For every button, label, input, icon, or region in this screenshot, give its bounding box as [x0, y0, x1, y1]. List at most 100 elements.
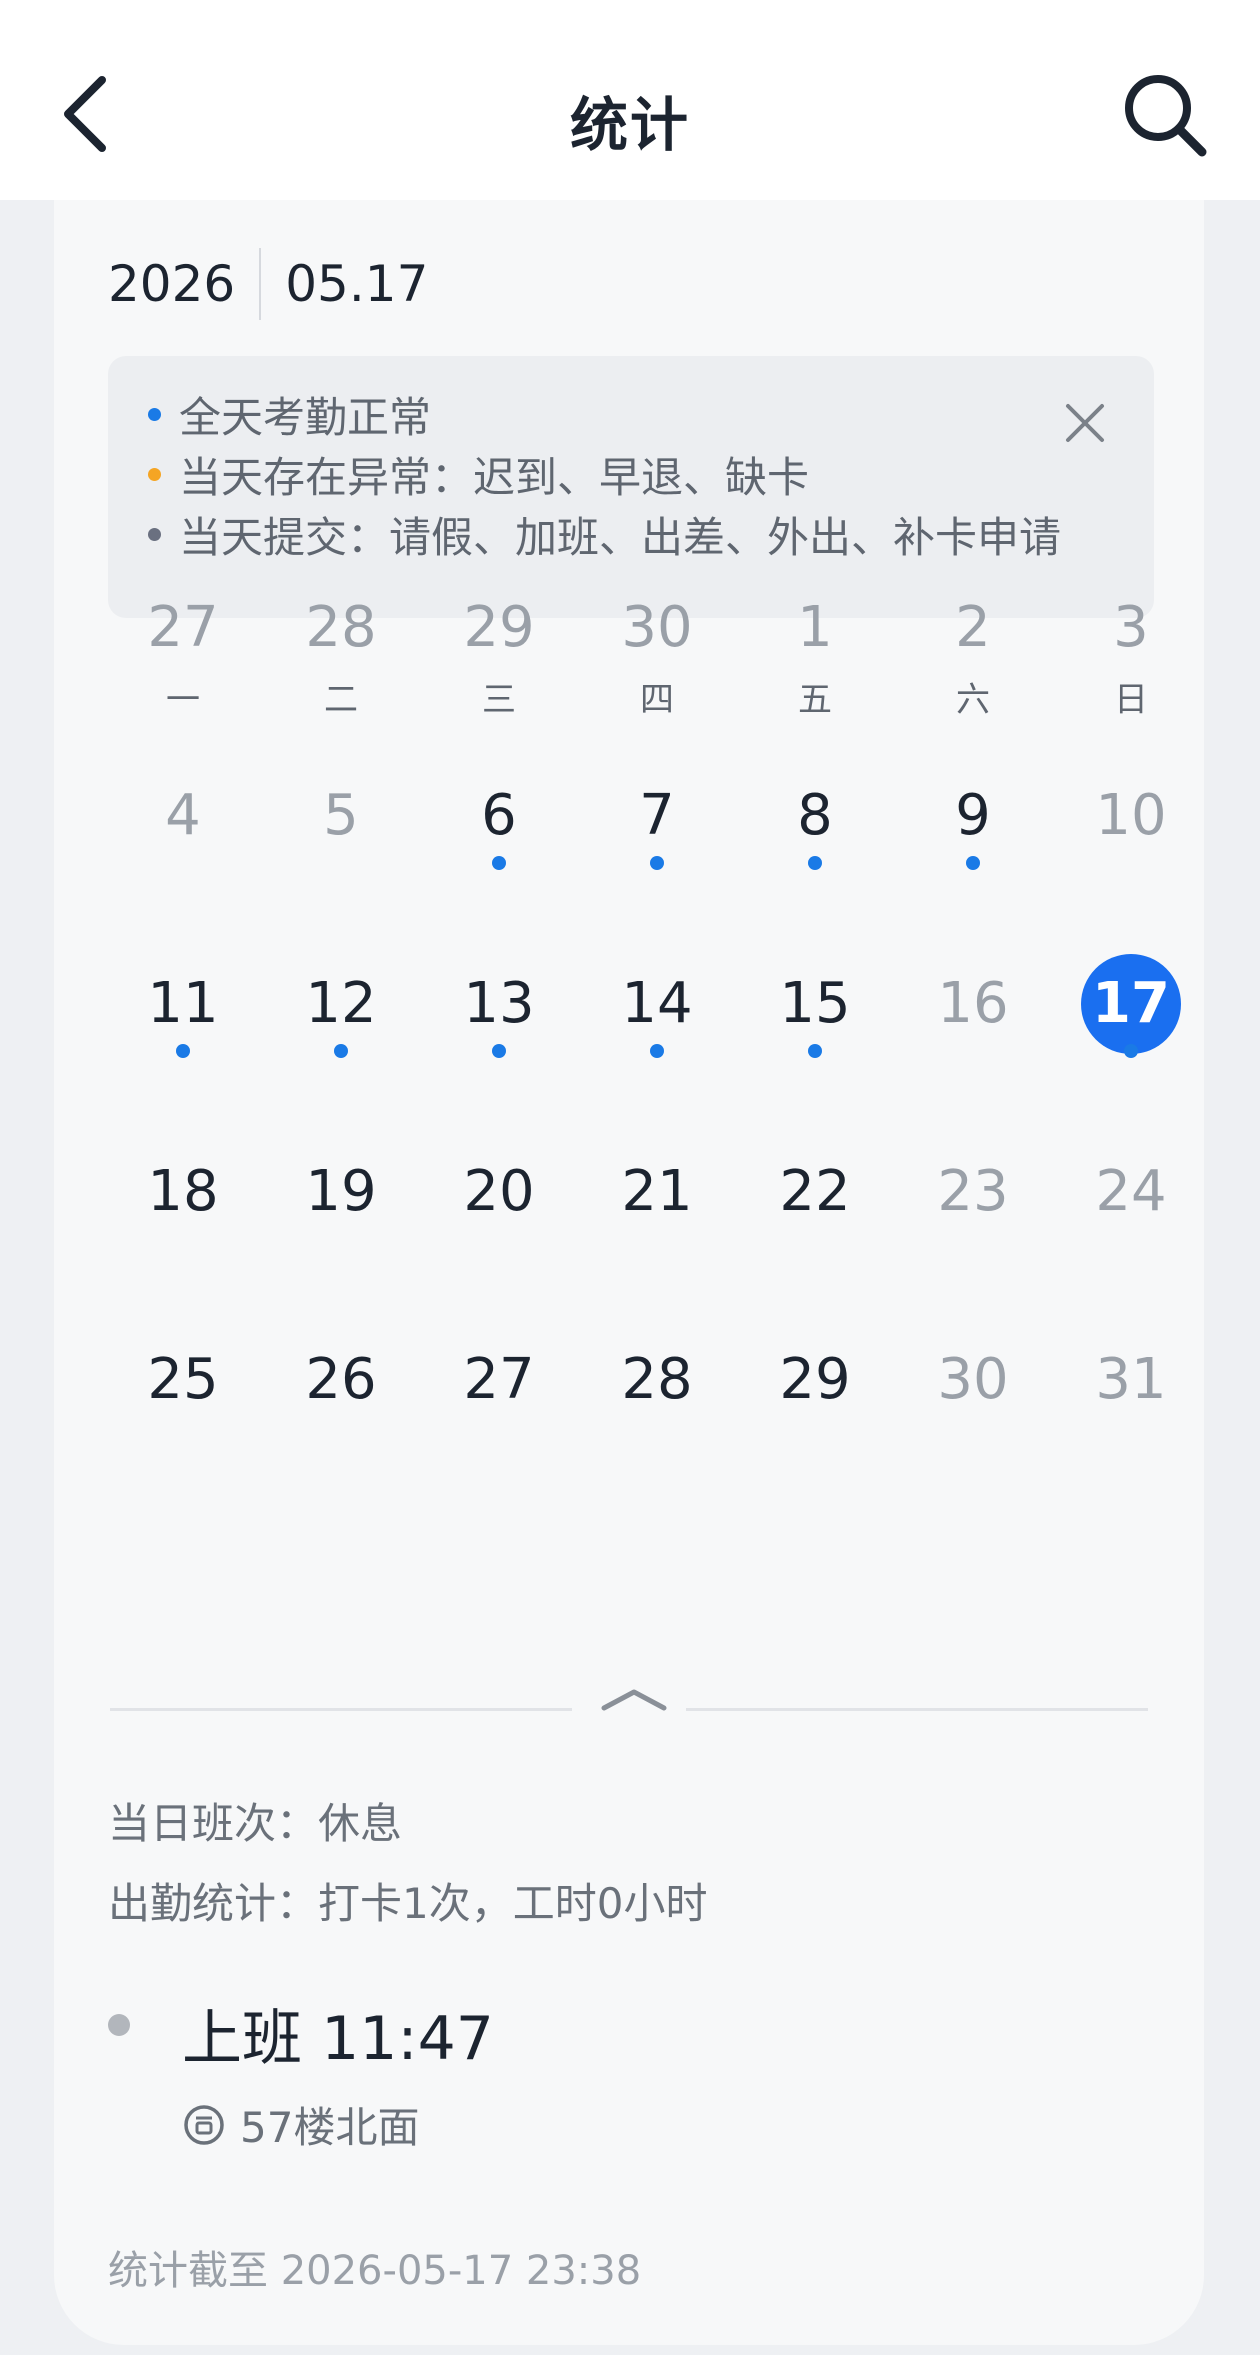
month-day-label: 05.17 [285, 255, 429, 313]
day-number: 29 [779, 1347, 851, 1412]
legend-item-normal: 全天考勤正常 [148, 384, 431, 445]
calendar-day[interactable]: 29 [736, 1330, 894, 1440]
day-number: 14 [621, 971, 693, 1036]
day-number: 11 [147, 971, 219, 1036]
calendar-day[interactable]: 15 [736, 954, 894, 1064]
statistics-footer: 统计截至 2026-05-17 23:38 [108, 2248, 642, 2294]
legend-text: 当天提交：请假、加班、出差、外出、补卡申请 [179, 513, 1062, 562]
calendar-day[interactable]: 14 [578, 954, 736, 1064]
legend-dot-normal [148, 408, 161, 421]
page-title: 统计 [569, 91, 690, 159]
calendar-day[interactable]: 31 [1052, 1330, 1210, 1440]
calendar-day[interactable]: 13 [420, 954, 578, 1064]
calendar-day[interactable]: 7 [578, 766, 736, 876]
calendar-card: 2026 05.17 全天考勤正常 当天存在异常：迟到、早退、缺卡 当天提交：请… [54, 170, 1204, 2345]
calendar-day[interactable]: 21 [578, 1142, 736, 1252]
day-number: 13 [463, 971, 535, 1036]
day-number: 10 [1095, 783, 1167, 848]
attendance-normal-dot [334, 1044, 348, 1058]
search-button[interactable] [1120, 70, 1210, 160]
day-number: 3 [1113, 595, 1149, 660]
header: 统计 [0, 0, 1260, 200]
divider-line [686, 1708, 1148, 1711]
day-number: 29 [463, 595, 535, 660]
calendar-day[interactable]: 4 [104, 766, 262, 876]
legend-text: 全天考勤正常 [179, 393, 432, 442]
calendar-day[interactable]: 18 [104, 1142, 262, 1252]
calendar-day[interactable]: 28 [578, 1330, 736, 1440]
calendar-day[interactable]: 11 [104, 954, 262, 1064]
day-number: 23 [937, 1159, 1009, 1224]
collapse-calendar-button[interactable] [594, 1680, 674, 1720]
day-number: 5 [323, 783, 359, 848]
attendance-summary: 出勤统计：打卡1次，工时0小时 [108, 1879, 708, 1928]
year-label: 2026 [108, 255, 236, 313]
day-number: 4 [165, 783, 201, 848]
day-number: 6 [481, 783, 517, 848]
day-number: 7 [639, 783, 675, 848]
day-number: 27 [463, 1347, 535, 1412]
day-number: 12 [305, 971, 377, 1036]
calendar-day[interactable]: 29 [420, 578, 578, 688]
calendar-day[interactable]: 23 [894, 1142, 1052, 1252]
date-selector[interactable]: 2026 05.17 [108, 244, 428, 324]
attendance-normal-dot [492, 1044, 506, 1058]
calendar-day[interactable]: 30 [894, 1330, 1052, 1440]
legend-dot-abnormal [148, 468, 161, 481]
day-number: 16 [937, 971, 1009, 1036]
attendance-normal-dot [808, 856, 822, 870]
calendar-day[interactable]: 3 [1052, 578, 1210, 688]
day-number: 17 [1081, 954, 1181, 1054]
calendar-day[interactable]: 5 [262, 766, 420, 876]
day-number: 15 [779, 971, 851, 1036]
attendance-normal-dot [808, 1044, 822, 1058]
calendar-day[interactable]: 6 [420, 766, 578, 876]
day-number: 31 [1095, 1347, 1167, 1412]
day-number: 28 [305, 595, 377, 660]
day-number: 21 [621, 1159, 693, 1224]
attendance-normal-dot [1124, 1044, 1138, 1058]
legend-item-abnormal: 当天存在异常：迟到、早退、缺卡 [148, 444, 809, 505]
timeline-dot [108, 2014, 130, 2036]
day-number: 1 [797, 595, 833, 660]
calendar-day[interactable]: 22 [736, 1142, 894, 1252]
legend-text: 当天存在异常：迟到、早退、缺卡 [179, 453, 810, 502]
calendar-day[interactable]: 25 [104, 1330, 262, 1440]
calendar-day[interactable]: 27 [104, 578, 262, 688]
legend-dot-submitted [148, 528, 161, 541]
attendance-normal-dot [492, 856, 506, 870]
calendar-day[interactable]: 20 [420, 1142, 578, 1252]
clock-in-record: 上班 11:47 [182, 2004, 494, 2074]
day-number: 30 [621, 595, 693, 660]
day-number: 28 [621, 1347, 693, 1412]
calendar-day[interactable]: 30 [578, 578, 736, 688]
legend-close-button[interactable] [1064, 402, 1106, 444]
calendar-day[interactable]: 2 [894, 578, 1052, 688]
calendar-day[interactable]: 19 [262, 1142, 420, 1252]
calendar-day[interactable]: 1 [736, 578, 894, 688]
calendar-day[interactable]: 28 [262, 578, 420, 688]
calendar-day[interactable]: 24 [1052, 1142, 1210, 1252]
clock-in-location: 57楼北面 [182, 2094, 419, 2155]
location-text: 57楼北面 [240, 2103, 420, 2152]
calendar-day[interactable]: 26 [262, 1330, 420, 1440]
calendar-day[interactable]: 10 [1052, 766, 1210, 876]
day-number: 24 [1095, 1159, 1167, 1224]
calendar-day[interactable]: 16 [894, 954, 1052, 1064]
calendar-day[interactable]: 27 [420, 1330, 578, 1440]
calendar-day[interactable]: 8 [736, 766, 894, 876]
day-number: 9 [955, 783, 991, 848]
day-number: 27 [147, 595, 219, 660]
legend-item-submitted: 当天提交：请假、加班、出差、外出、补卡申请 [148, 504, 1061, 565]
divider-line [110, 1708, 572, 1711]
day-number: 19 [305, 1159, 377, 1224]
day-number: 26 [305, 1347, 377, 1412]
day-number: 30 [937, 1347, 1009, 1412]
attendance-normal-dot [650, 856, 664, 870]
calendar-day[interactable]: 9 [894, 766, 1052, 876]
attendance-normal-dot [650, 1044, 664, 1058]
date-divider [259, 248, 262, 320]
calendar-day-selected[interactable]: 17 [1052, 954, 1210, 1064]
calendar-day[interactable]: 12 [262, 954, 420, 1064]
shift-info: 当日班次：休息 [108, 1799, 403, 1848]
